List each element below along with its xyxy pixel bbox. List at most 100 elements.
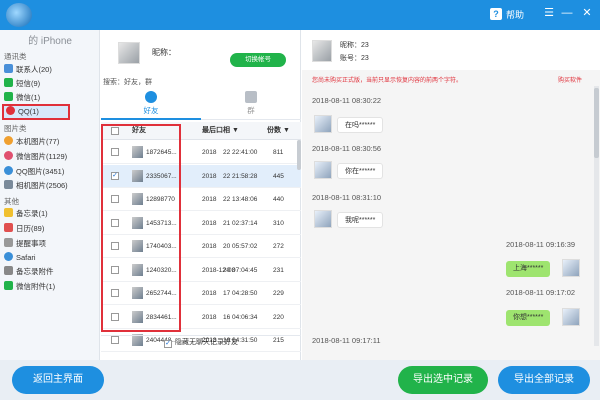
sidebar-item-safari[interactable]: Safari [4, 252, 96, 264]
app-logo [6, 3, 32, 27]
help-icon[interactable]: ? [490, 8, 502, 20]
last-time: 20 07:04:45 [223, 266, 258, 274]
message-avatar [562, 259, 580, 277]
message-bubble[interactable]: 在吗****** [337, 117, 384, 133]
table-row[interactable]: 2652744... 2018 17 04:28:50 229 [101, 282, 301, 305]
header-count[interactable]: 份数 ▼ [267, 122, 290, 140]
message-timestamp: 2018-08-11 09:17:11 [312, 336, 381, 345]
row-checkbox[interactable] [111, 289, 119, 297]
sidebar-group-pictures: 图片类 [4, 124, 27, 133]
friend-avatar [132, 310, 143, 323]
last-date: 2018 [202, 313, 217, 321]
sidebar-group-communication: 通讯类 [4, 52, 27, 61]
sidebar-item-contacts[interactable]: 联系人(20) [4, 64, 96, 76]
friend-avatar [132, 169, 143, 182]
message-bubble[interactable]: 你想****** [506, 310, 551, 326]
sidebar-item-wechat-attachments[interactable]: 微信附件(1) [4, 281, 96, 293]
wechat-attachment-icon [4, 281, 13, 290]
minimize-icon[interactable]: — [560, 6, 574, 20]
message-count: 811 [273, 149, 284, 156]
message-timestamp: 2018-08-11 08:30:56 [312, 144, 382, 153]
friend-avatar [132, 240, 143, 252]
sidebar-item-qq[interactable]: QQ(1) [2, 104, 70, 120]
table-row[interactable]: 1453713... 2018 21 02:37:14 310 [101, 212, 301, 235]
row-checkbox[interactable] [111, 265, 119, 274]
qq-icon [6, 106, 15, 115]
sidebar-item-camera-photos[interactable]: 相机图片(2506) [4, 180, 96, 192]
sidebar-item-qq-photos[interactable]: QQ图片(3451) [4, 166, 96, 178]
table-row[interactable]: 1240320... 2018-12-03 20 07:04:45 231 [101, 259, 301, 282]
friend-name: 1740403... [146, 243, 177, 250]
last-time: 21 02:37:14 [223, 219, 258, 227]
last-time: 22 13:48:06 [223, 196, 258, 203]
last-date: 2018 [202, 219, 217, 227]
row-checkbox[interactable] [111, 218, 119, 227]
row-checkbox[interactable] [111, 312, 119, 321]
account-nickname: 昵称： [152, 48, 176, 57]
export-all-button[interactable]: 导出全部记录 [498, 366, 590, 394]
sidebar-item-sms[interactable]: 短信(9) [4, 78, 96, 90]
row-checkbox[interactable] [111, 195, 119, 203]
camera-icon [4, 180, 13, 189]
message-bubble[interactable]: 我呢****** [337, 212, 384, 228]
header-friend[interactable]: 好友 [132, 122, 146, 140]
message-count: 272 [273, 243, 284, 250]
table-row[interactable]: ✓ 2335067... 2018 22 21:58:28 445 [101, 164, 301, 188]
menu-icon[interactable]: ☰ [542, 6, 556, 20]
select-all-checkbox[interactable] [111, 127, 119, 135]
contacts-icon [4, 64, 13, 73]
sidebar-item-note-attachments[interactable]: 备忘录附件 [4, 266, 96, 278]
switch-account-button[interactable]: 切换帐号 [230, 53, 286, 67]
contact-account: 账号：23 [340, 55, 369, 62]
notes-icon [4, 208, 13, 217]
tab-friends[interactable]: 好友 [101, 88, 201, 120]
last-time: 17 04:28:50 [223, 290, 258, 297]
row-checkbox[interactable] [111, 242, 119, 250]
last-date: 2018 [202, 243, 217, 250]
chat-scroll-thumb[interactable] [594, 88, 599, 158]
friend-name: 12898770 [146, 196, 175, 203]
sidebar-item-local-photos[interactable]: 本机图片(77) [4, 136, 96, 148]
search-hint[interactable]: 搜索：好友，群 [103, 77, 152, 87]
last-time: 22 21:58:28 [223, 172, 258, 180]
contact-header [302, 30, 600, 70]
close-icon[interactable]: ✕ [580, 6, 594, 20]
table-row[interactable]: 12898770 2018 22 13:48:06 440 [101, 188, 301, 211]
calendar-icon [4, 223, 13, 232]
message-bubble[interactable]: 上海****** [506, 261, 551, 277]
friend-name: 2335067... [146, 172, 177, 180]
buy-software-link[interactable]: 购买软件 [558, 75, 582, 84]
sidebar-item-calendar[interactable]: 日历(89) [4, 223, 96, 235]
row-checkbox[interactable] [111, 148, 119, 156]
sidebar-item-notes[interactable]: 备忘录(1) [4, 208, 96, 220]
table-row[interactable]: 2834461... 2018 16 04:06:34 220 [101, 306, 301, 329]
hide-empty-friends-toggle[interactable]: ✓ 隐藏无聊天记录好友 [101, 335, 301, 349]
back-to-main-button[interactable]: 返回主界面 [12, 366, 104, 394]
friend-group-tabs: 好友 群 [101, 88, 301, 120]
contact-avatar [312, 40, 332, 62]
row-checkbox[interactable]: ✓ [111, 171, 119, 180]
sidebar-item-wechat[interactable]: 微信(1) [4, 92, 96, 104]
last-date: 2018 [202, 290, 217, 297]
message-avatar [314, 161, 332, 179]
help-link[interactable]: 帮助 [506, 8, 524, 21]
last-time: 16 04:06:34 [223, 313, 258, 321]
table-header: 好友 最后口相 ▼ 份数 ▼ [101, 122, 301, 140]
export-selected-button[interactable]: 导出选中记录 [398, 366, 488, 394]
message-bubble[interactable]: 你在****** [337, 163, 384, 179]
person-icon [145, 91, 157, 103]
sidebar-item-reminders[interactable]: 提醒事项 [4, 238, 96, 250]
friend-avatar [132, 287, 143, 299]
photos-icon [4, 136, 13, 145]
friend-name: 2834461... [146, 313, 177, 321]
header-last-time[interactable]: 最后口相 ▼ [202, 122, 239, 140]
sidebar-item-wechat-photos[interactable]: 微信图片(1129) [4, 151, 96, 163]
contact-nickname: 昵称：23 [340, 42, 369, 49]
hide-empty-checkbox[interactable]: ✓ [164, 340, 172, 348]
friends-scrollbar[interactable] [297, 140, 301, 170]
table-row[interactable]: 1872645... 2018 22 22:41:00 811 [101, 141, 301, 164]
tab-groups[interactable]: 群 [201, 88, 301, 120]
table-row[interactable]: 1740403... 2018 20 05:57:02 272 [101, 235, 301, 258]
device-name: 的 iPhone [28, 36, 72, 47]
qq-photos-icon [4, 166, 13, 175]
